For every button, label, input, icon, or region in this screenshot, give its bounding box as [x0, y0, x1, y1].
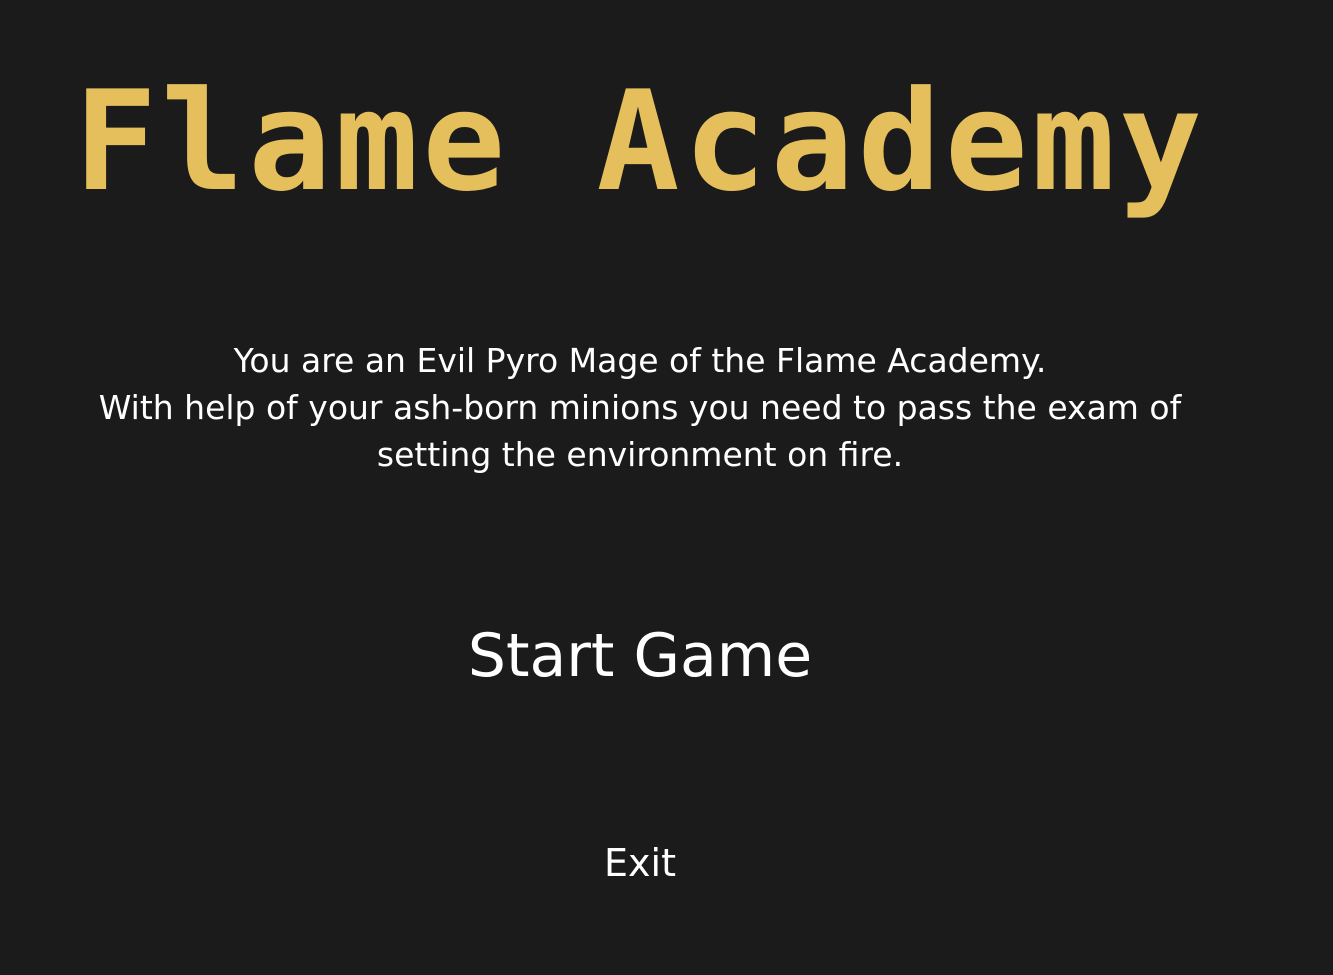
intro-text: You are an Evil Pyro Mage of the Flame A…: [0, 337, 1280, 478]
start-game-button[interactable]: Start Game: [0, 618, 1280, 694]
main-menu-screen: Flame Academy You are an Evil Pyro Mage …: [0, 0, 1333, 975]
intro-line: You are an Evil Pyro Mage of the Flame A…: [233, 341, 1047, 380]
game-title: Flame Academy: [73, 61, 1207, 222]
intro-line: With help of your ash-born minions you n…: [98, 388, 1182, 427]
exit-button[interactable]: Exit: [0, 838, 1280, 888]
intro-line: setting the environment on fire.: [376, 435, 904, 474]
